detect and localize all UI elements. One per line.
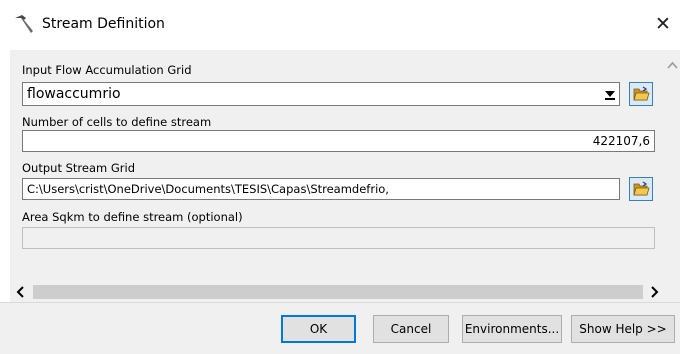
window-title: Stream Definition xyxy=(42,16,165,32)
close-button[interactable]: ✕ xyxy=(646,12,680,38)
environments-button[interactable]: Environments... xyxy=(462,315,562,343)
show-help-button[interactable]: Show Help >> xyxy=(571,315,675,343)
title-bar: Stream Definition ✕ xyxy=(0,0,680,50)
scroll-left-arrow-icon[interactable] xyxy=(14,285,28,299)
horizontal-scrollbar[interactable] xyxy=(10,282,665,302)
input-flow-browse-button[interactable] xyxy=(629,82,653,106)
num-cells-value: 422107,6 xyxy=(592,134,650,148)
scroll-right-arrow-icon[interactable] xyxy=(647,285,661,299)
output-stream-input[interactable]: C:\Users\crist\OneDrive\Documents\TESIS\… xyxy=(22,178,620,200)
scrollbar-corner xyxy=(665,282,680,302)
output-stream-label: Output Stream Grid xyxy=(22,161,136,175)
output-stream-browse-button[interactable] xyxy=(629,177,653,201)
scrollbar-thumb[interactable] xyxy=(33,285,643,299)
cancel-button[interactable]: Cancel xyxy=(373,315,449,343)
area-sqkm-label: Area Sqkm to define stream (optional) xyxy=(22,210,243,224)
dialog-footer: OK Cancel Environments... Show Help >> xyxy=(0,302,680,354)
num-cells-input[interactable]: 422107,6 xyxy=(22,130,655,152)
output-stream-value: C:\Users\crist\OneDrive\Documents\TESIS\… xyxy=(27,182,389,196)
ok-button[interactable]: OK xyxy=(281,315,356,343)
hammer-icon xyxy=(13,14,35,34)
vertical-scrollbar[interactable] xyxy=(665,50,680,282)
input-flow-combobox[interactable]: flowaccumrio xyxy=(22,82,620,106)
scroll-up-arrow-icon[interactable] xyxy=(667,58,678,69)
input-flow-value: flowaccumrio xyxy=(27,86,121,102)
num-cells-label: Number of cells to define stream xyxy=(22,115,212,129)
chevron-down-icon[interactable] xyxy=(604,87,616,101)
input-flow-label: Input Flow Accumulation Grid xyxy=(22,63,192,77)
area-sqkm-input[interactable] xyxy=(22,227,655,249)
